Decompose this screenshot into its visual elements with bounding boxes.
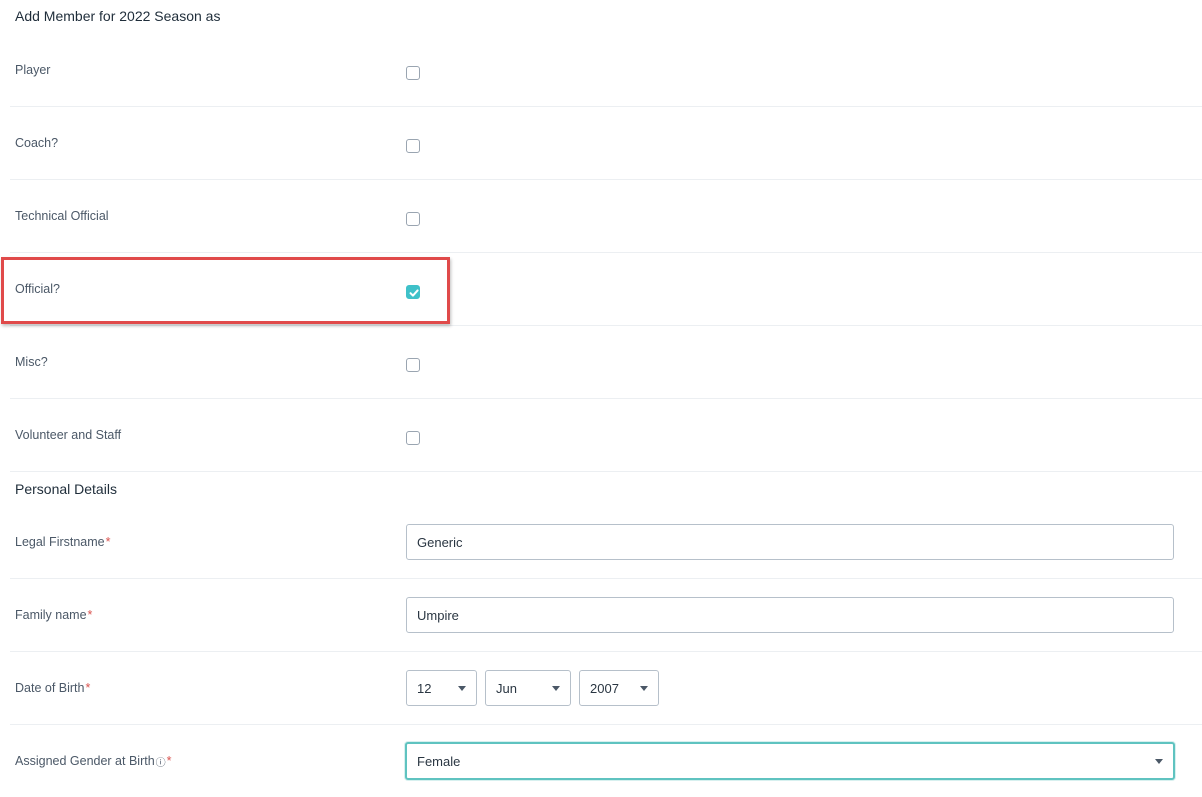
dob-row: Date of Birth* 12 Jun 2007 xyxy=(10,652,1202,725)
dob-day-value: 12 xyxy=(417,681,432,696)
dob-year-select[interactable]: 2007 xyxy=(579,670,659,706)
role-row-volunteer: Volunteer and Staff xyxy=(10,399,1202,472)
gender-row: Assigned Gender at Birthⓘ* Female xyxy=(10,725,1202,797)
role-row-coach: Coach? xyxy=(10,107,1202,180)
role-row-technical-official: Technical Official xyxy=(10,180,1202,253)
technical-official-checkbox[interactable] xyxy=(406,212,420,226)
first-name-row: Legal Firstname* xyxy=(10,506,1202,579)
chevron-down-icon xyxy=(1155,759,1163,764)
role-label-misc: Misc? xyxy=(15,355,48,369)
volunteer-checkbox[interactable] xyxy=(406,431,420,445)
role-label-volunteer: Volunteer and Staff xyxy=(15,428,122,442)
required-marker: * xyxy=(87,608,93,622)
required-marker: * xyxy=(105,535,111,549)
gender-value: Female xyxy=(417,754,461,769)
dob-day-select[interactable]: 12 xyxy=(406,670,477,706)
player-checkbox[interactable] xyxy=(406,66,420,80)
personal-details-title: Personal Details xyxy=(15,481,117,497)
dob-month-value: Jun xyxy=(496,681,517,696)
family-name-label: Family name* xyxy=(15,608,93,622)
dob-year-value: 2007 xyxy=(590,681,619,696)
role-label-player: Player xyxy=(15,63,51,77)
chevron-down-icon xyxy=(458,686,466,691)
dob-label: Date of Birth* xyxy=(15,681,91,695)
first-name-input[interactable] xyxy=(406,524,1174,560)
official-checkbox[interactable] xyxy=(406,285,420,299)
required-marker: * xyxy=(166,754,172,768)
checkmark-icon xyxy=(409,289,419,297)
member-form: Add Member for 2022 Season as Player Coa… xyxy=(0,0,1202,797)
role-row-player: Player xyxy=(10,34,1202,107)
role-row-official: Official? xyxy=(10,253,1202,326)
first-name-label: Legal Firstname* xyxy=(15,535,111,549)
coach-checkbox[interactable] xyxy=(406,139,420,153)
chevron-down-icon xyxy=(640,686,648,691)
family-name-row: Family name* xyxy=(10,579,1202,652)
info-icon[interactable]: ⓘ xyxy=(156,754,166,769)
gender-select[interactable]: Female xyxy=(405,742,1175,780)
required-marker: * xyxy=(85,681,91,695)
role-label-official: Official? xyxy=(15,282,60,296)
family-name-input[interactable] xyxy=(406,597,1174,633)
misc-checkbox[interactable] xyxy=(406,358,420,372)
role-label-technical-official: Technical Official xyxy=(15,209,109,223)
chevron-down-icon xyxy=(552,686,560,691)
season-section-title: Add Member for 2022 Season as xyxy=(15,8,221,24)
gender-label: Assigned Gender at Birthⓘ* xyxy=(15,754,172,769)
dob-month-select[interactable]: Jun xyxy=(485,670,571,706)
role-label-coach: Coach? xyxy=(15,136,59,150)
role-row-misc: Misc? xyxy=(10,326,1202,399)
